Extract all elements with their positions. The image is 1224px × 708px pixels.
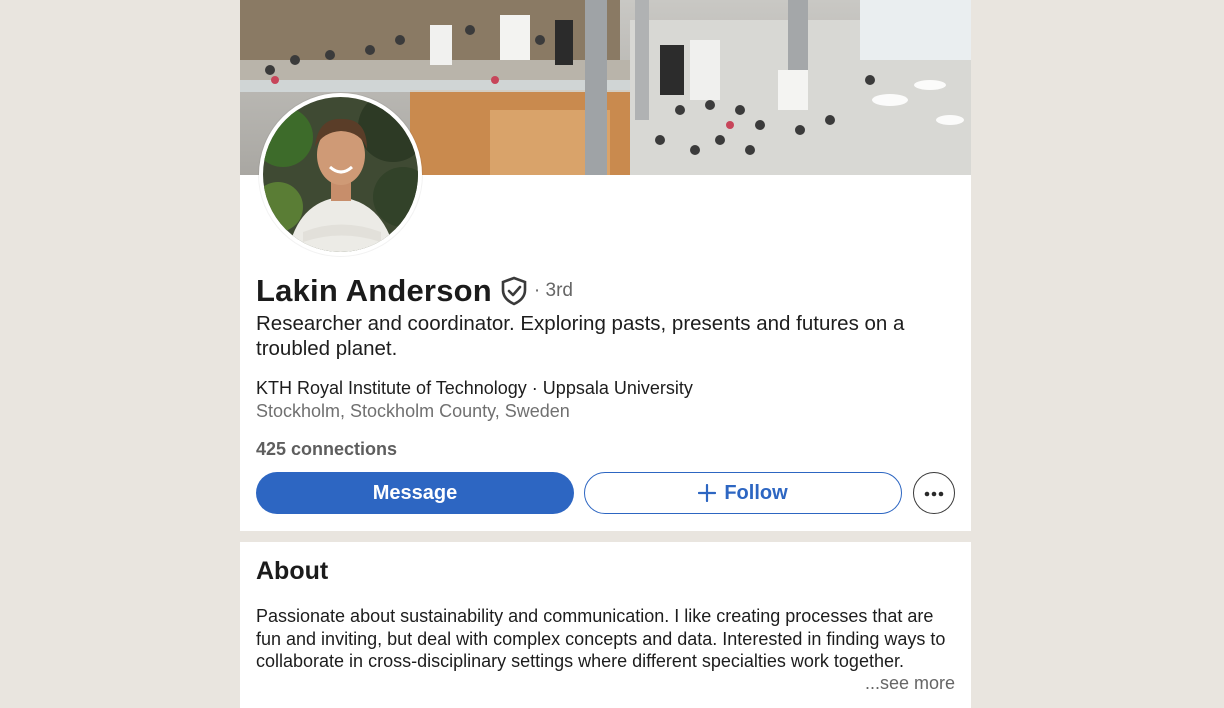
about-section: About Passionate about sustainability an… — [240, 0, 971, 708]
see-more-link[interactable]: ...see more — [865, 672, 955, 695]
profile-page: Lakin Anderson · 3rd Researcher and coor… — [0, 0, 1224, 708]
about-text: Passionate about sustainability and comm… — [256, 606, 946, 671]
about-title: About — [256, 557, 329, 585]
